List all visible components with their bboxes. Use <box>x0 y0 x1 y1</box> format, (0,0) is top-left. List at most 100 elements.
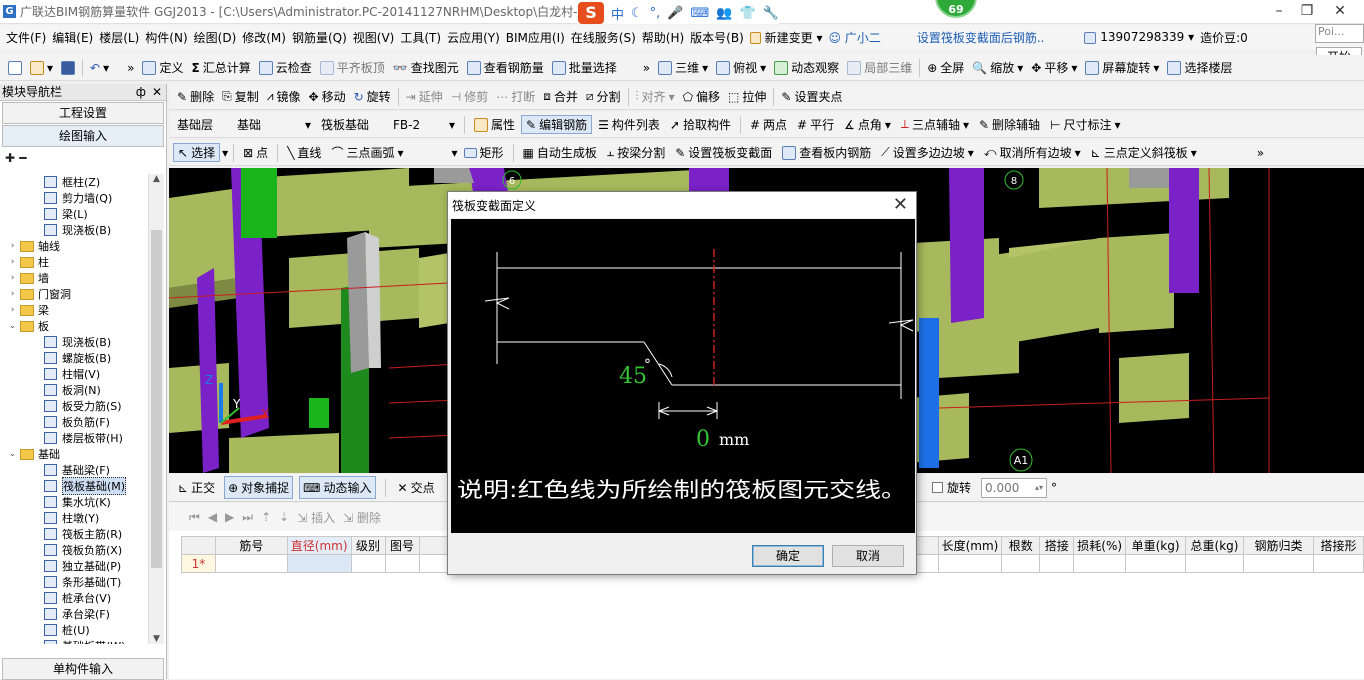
moon-icon[interactable]: ☾ <box>631 6 643 21</box>
tree-item[interactable]: 楼层板带(H) <box>0 430 148 446</box>
tree-item[interactable]: ⌄ 板 <box>0 318 148 334</box>
pan-dropdown[interactable]: ✥ 平移 ▾ <box>1027 59 1081 76</box>
rotate-checkbox[interactable] <box>932 482 943 493</box>
menu-item[interactable]: 在线服务(S) <box>568 29 639 46</box>
menu-item[interactable]: 绘图(D) <box>191 29 240 46</box>
expand-icon[interactable]: › <box>8 257 17 267</box>
expand-icon[interactable]: › <box>8 273 17 283</box>
component-select[interactable]: FB-2 ▾ <box>389 116 459 134</box>
cell-figure-no[interactable] <box>384 554 420 573</box>
drawing-input-tab[interactable]: 绘图输入 <box>2 125 164 147</box>
break-button[interactable]: ⋯ 打断 <box>492 88 539 105</box>
cell-lap-type[interactable] <box>1312 554 1364 573</box>
col-figure-no[interactable]: 图号 <box>384 536 420 555</box>
collapse-all-icon[interactable]: ━ <box>19 151 26 165</box>
merge-button[interactable]: ⧈ 合并 <box>539 88 582 105</box>
menu-item[interactable]: 工具(T) <box>397 29 444 46</box>
next-record-icon[interactable]: ▶ <box>225 510 234 524</box>
phone-account[interactable]: 13907298339 ▾ <box>1081 30 1197 44</box>
extend-button[interactable]: ⇥ 延伸 <box>402 88 447 105</box>
category-select[interactable]: 基础 ▾ <box>233 116 315 134</box>
cancel-button[interactable]: 取消 <box>832 545 904 567</box>
cell-diameter[interactable] <box>286 554 352 573</box>
dynamic-observe-button[interactable]: 动态观察 <box>770 59 843 76</box>
collapse-icon[interactable]: ⌄ <box>8 321 17 331</box>
spinner-icon[interactable]: ▴▾ <box>1035 483 1043 492</box>
poi-popup[interactable]: Poi... <box>1315 24 1364 43</box>
menu-item[interactable]: 钢筋量(Q) <box>289 29 350 46</box>
set-grip-button[interactable]: ✎ 设置夹点 <box>777 88 846 105</box>
assistant-menu[interactable]: ☺ 广小二 <box>825 29 883 46</box>
nav-close-icon[interactable]: ✕ <box>152 84 162 101</box>
ortho-toggle[interactable]: ⊾ 正交 <box>175 477 218 498</box>
wrench-icon[interactable]: 🔧 <box>763 6 779 21</box>
align-dropdown[interactable]: ⫶ 对齐 ▾ <box>632 88 679 105</box>
col-lap-type[interactable]: 搭接形 <box>1312 536 1364 555</box>
cell-category[interactable] <box>1243 554 1314 573</box>
menu-item[interactable]: 文件(F) <box>3 29 49 46</box>
dynamic-input-toggle[interactable]: ⌨ 动态输入 <box>299 476 376 499</box>
hint-link[interactable]: 设置筏板变截面后钢筋.. <box>914 29 1048 46</box>
tree-item[interactable]: 基础板带(W) <box>0 638 148 644</box>
offset-button[interactable]: ⬠ 偏移 <box>679 88 724 105</box>
scroll-thumb[interactable] <box>151 230 162 568</box>
component-list-button[interactable]: ☰ 构件列表 <box>594 116 664 133</box>
rotate-angle-input[interactable]: 0.000 ▴▾ <box>981 477 1048 498</box>
tree-item[interactable]: 桩(U) <box>0 622 148 638</box>
find-element-button[interactable]: 👓 查找图元 <box>389 59 463 76</box>
cell-total-weight[interactable] <box>1185 554 1245 573</box>
parallel-button[interactable]: # 平行 <box>793 116 838 133</box>
rotate-screen-dropdown[interactable]: 屏幕旋转 ▾ <box>1081 59 1163 76</box>
tree-item[interactable]: 现浇板(B) <box>0 222 148 238</box>
cell-bar-no[interactable] <box>214 554 288 573</box>
tree-item[interactable]: 剪力墙(Q) <box>0 190 148 206</box>
tree-item[interactable]: ⌄ 基础 <box>0 446 148 462</box>
copy-button[interactable]: ⎘ 复制 <box>218 88 263 105</box>
col-grade[interactable]: 级别 <box>350 536 386 555</box>
stretch-button[interactable]: ⬚ 拉伸 <box>724 88 770 105</box>
select-dropdown-arrow[interactable]: ▾ <box>222 146 228 160</box>
open-button[interactable]: ▾ <box>26 60 57 75</box>
ok-button[interactable]: 确定 <box>752 545 824 567</box>
menu-item[interactable]: 修改(M) <box>239 29 289 46</box>
keyboard-icon[interactable]: ⌨ <box>691 6 710 21</box>
tree-scrollbar[interactable]: ▲ ▼ <box>148 174 164 644</box>
scroll-down-icon[interactable]: ▼ <box>149 634 164 644</box>
cell-unit-weight[interactable] <box>1125 554 1187 573</box>
arc-dropdown[interactable]: ⌒ 三点画弧 ▾ <box>327 144 407 161</box>
tree-item[interactable]: 条形基础(T) <box>0 574 148 590</box>
tree-item[interactable]: › 柱 <box>0 254 148 270</box>
insert-row-button[interactable]: ⇲ 插入 <box>297 509 335 526</box>
col-bar-no[interactable]: 筋号 <box>214 536 288 555</box>
intersection-toggle[interactable]: ✕ 交点 <box>395 477 438 498</box>
cancel-slope-dropdown[interactable]: ⤺ 取消所有边坡 ▾ <box>980 144 1085 161</box>
new-file-button[interactable] <box>4 60 26 75</box>
split-button[interactable]: ⧄ 分割 <box>582 88 625 105</box>
line-button[interactable]: ╲ 直线 <box>283 144 325 161</box>
rotate-button[interactable]: ↻ 旋转 <box>350 88 395 105</box>
expand-icon[interactable]: › <box>8 305 17 315</box>
tree-item[interactable]: 独立基础(P) <box>0 558 148 574</box>
mirror-button[interactable]: ⩘ 镜像 <box>263 88 305 105</box>
tree-item[interactable]: 板受力筋(S) <box>0 398 148 414</box>
tree-item[interactable]: 筏板基础(M) <box>0 477 148 495</box>
tree-item[interactable]: 板负筋(F) <box>0 414 148 430</box>
menu-item[interactable]: 帮助(H) <box>639 29 687 46</box>
col-total-weight[interactable]: 总重(kg) <box>1185 536 1245 555</box>
prev-record-icon[interactable]: ◀ <box>208 510 217 524</box>
col-loss[interactable]: 损耗(%) <box>1073 536 1127 555</box>
minimize-button[interactable]: – <box>1265 0 1293 22</box>
set-slope-dropdown[interactable]: ⟋ 设置多边边坡 ▾ <box>877 144 977 161</box>
move-up-icon[interactable]: ⇡ <box>261 510 271 524</box>
last-record-icon[interactable]: ⏭ <box>242 510 253 525</box>
overflow-chevron[interactable]: » <box>123 61 138 75</box>
three-point-slope-dropdown[interactable]: ⊾ 三点定义斜筏板 ▾ <box>1087 144 1201 161</box>
expand-collapse-controls[interactable]: ✚ ━ <box>0 148 166 170</box>
tree-item[interactable]: › 墙 <box>0 270 148 286</box>
delete-aux-button[interactable]: ✎ 删除辅轴 <box>975 116 1044 133</box>
menu-item[interactable]: BIM应用(I) <box>503 29 568 46</box>
tree-item[interactable]: 板洞(N) <box>0 382 148 398</box>
select-button[interactable]: ↖ 选择 <box>173 143 221 162</box>
overflow-chevron-2[interactable]: » <box>639 61 654 75</box>
point-angle-dropdown[interactable]: ∡ 点角 ▾ <box>840 116 895 133</box>
